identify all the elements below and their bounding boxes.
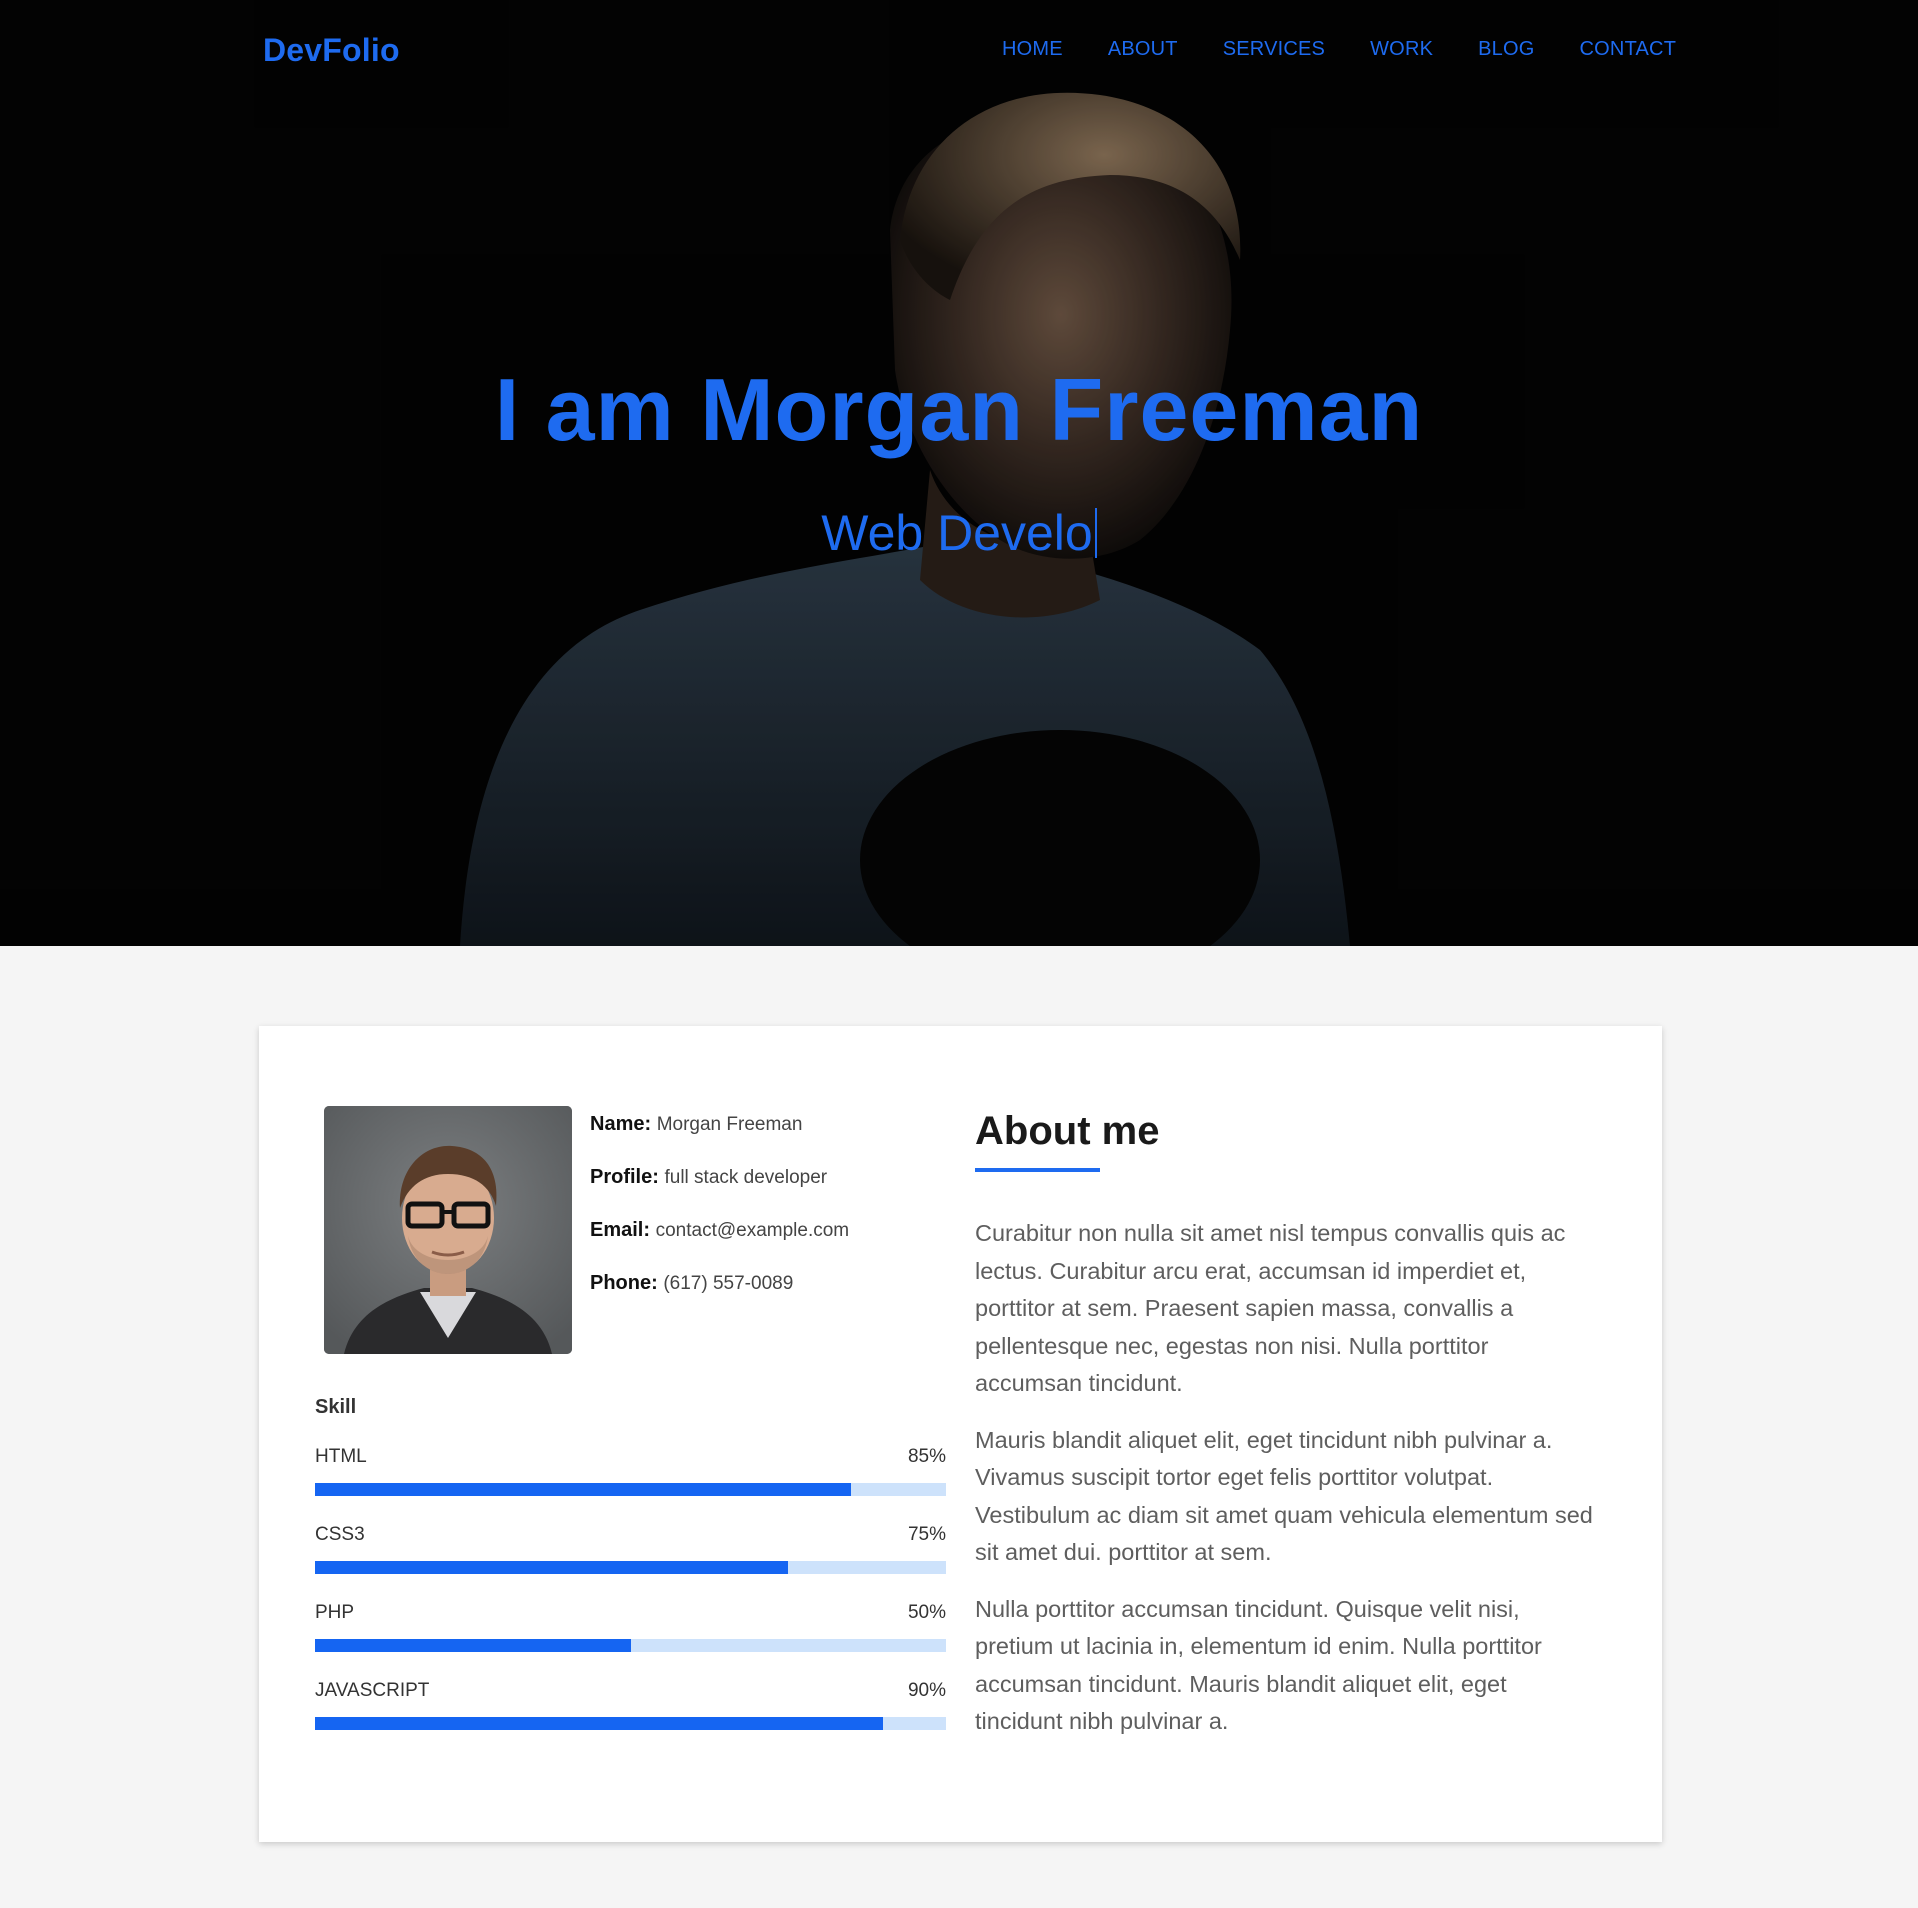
nav-link-about[interactable]: ABOUT <box>1108 38 1178 61</box>
phone-label: Phone: <box>590 1272 658 1294</box>
skill-heading: Skill <box>315 1396 357 1418</box>
email-value[interactable]: contact@example.com <box>656 1220 850 1241</box>
skill-name: HTML <box>315 1446 367 1467</box>
profile-photo <box>324 1106 572 1354</box>
skill-percent: 85% <box>907 1446 946 1467</box>
nav-link-blog[interactable]: BLOG <box>1478 38 1534 61</box>
phone-value[interactable]: (617) 557-0089 <box>663 1273 793 1294</box>
email-label: Email: <box>590 1219 651 1241</box>
name-value: Morgan Freeman <box>656 1114 803 1135</box>
info-profile: Profile: full stack developer <box>590 1164 849 1217</box>
info-phone: Phone: (617) 557-0089 <box>590 1270 849 1323</box>
nav-link-home[interactable]: HOME <box>1002 38 1063 61</box>
skill-php: PHP 50% <box>315 1602 946 1680</box>
title-underline <box>975 1168 1100 1172</box>
site-logo[interactable]: DevFolio <box>263 32 400 69</box>
nav-link-contact[interactable]: CONTACT <box>1580 38 1677 61</box>
skill-javascript: JAVASCRIPT 90% <box>315 1680 946 1758</box>
hero-typed-text: Web Develo <box>821 505 1093 561</box>
info-email: Email: contact@example.com <box>590 1217 849 1270</box>
about-paragraph: Nulla porttitor accumsan tincidunt. Quis… <box>975 1595 1542 1735</box>
skill-name: PHP <box>315 1602 355 1623</box>
profile-portrait-image <box>324 1106 572 1354</box>
about-text: Curabitur non nulla sit amet nisl tempus… <box>975 1215 1600 1760</box>
skill-css3: CSS3 75% <box>315 1524 946 1602</box>
nav-link-services[interactable]: SERVICES <box>1223 38 1325 61</box>
skill-name: JAVASCRIPT <box>315 1680 430 1701</box>
name-label: Name: <box>590 1113 652 1135</box>
profile-label: Profile: <box>590 1166 659 1188</box>
skill-percent: 75% <box>907 1524 946 1545</box>
progress-fill <box>315 1639 631 1652</box>
nav-link-work[interactable]: WORK <box>1370 38 1433 61</box>
skill-percent: 90% <box>907 1680 946 1701</box>
navbar: DevFolio HOME ABOUT SERVICES WORK BLOG C… <box>0 0 1918 102</box>
progress-track <box>315 1717 946 1730</box>
profile-value: full stack developer <box>664 1167 828 1188</box>
progress-track <box>315 1639 946 1652</box>
hero-overlay <box>0 0 1918 946</box>
progress-track <box>315 1483 946 1496</box>
profile-info-list: Name: Morgan Freeman Profile: full stack… <box>590 1111 849 1323</box>
about-title: About me <box>975 1109 1160 1153</box>
skill-percent: 50% <box>907 1602 946 1623</box>
skills-list: HTML 85% CSS3 75% PHP 50% JAVASCRIPT 90% <box>315 1446 946 1758</box>
progress-fill <box>315 1483 852 1496</box>
hero-section: DevFolio HOME ABOUT SERVICES WORK BLOG C… <box>0 0 1918 946</box>
progress-fill <box>315 1717 883 1730</box>
info-name: Name: Morgan Freeman <box>590 1111 849 1164</box>
about-paragraph: Mauris blandit aliquet elit, eget tincid… <box>975 1426 1593 1566</box>
hero-title: I am Morgan Freeman <box>494 360 1424 459</box>
skill-name: CSS3 <box>315 1524 365 1545</box>
typing-cursor <box>1094 508 1097 558</box>
progress-track <box>315 1561 946 1574</box>
about-paragraph: Curabitur non nulla sit amet nisl tempus… <box>975 1220 1566 1396</box>
progress-fill <box>315 1561 789 1574</box>
nav-links: HOME ABOUT SERVICES WORK BLOG CONTACT <box>1002 38 1676 61</box>
skill-html: HTML 85% <box>315 1446 946 1524</box>
about-card: Name: Morgan Freeman Profile: full stack… <box>259 1026 1662 1842</box>
hero-subtitle: Web Develo <box>0 504 1918 562</box>
